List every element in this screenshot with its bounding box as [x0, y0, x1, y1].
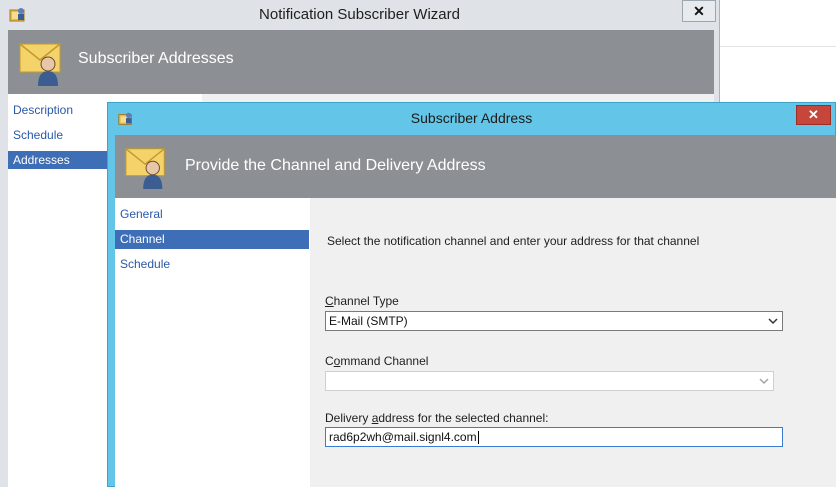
instruction-text: Select the notification channel and ente… — [327, 234, 700, 248]
chevron-down-icon[interactable] — [768, 312, 778, 336]
channel-type-select[interactable]: E-Mail (SMTP) — [325, 311, 783, 331]
command-channel-select[interactable] — [325, 371, 774, 391]
text-caret — [477, 431, 479, 445]
dialog-header-title: Provide the Channel and Delivery Address — [185, 157, 486, 174]
dialog-close-button[interactable]: ✕ — [796, 105, 831, 125]
channel-type-label: Channel Type — [325, 294, 399, 308]
envelope-person-icon — [18, 40, 66, 91]
dialog-nav-item-channel[interactable]: Channel — [115, 230, 309, 249]
dialog-nav-item-schedule[interactable]: Schedule — [115, 255, 309, 274]
parent-nav-item-description[interactable]: Description — [8, 101, 108, 119]
dialog-nav-item-general[interactable]: General — [115, 205, 309, 224]
command-channel-label: Command Channel — [325, 354, 429, 368]
dialog-title: Subscriber Address — [410, 110, 533, 126]
background-divider — [720, 46, 836, 47]
parent-nav-item-schedule[interactable]: Schedule — [8, 126, 108, 144]
parent-header-title: Subscriber Addresses — [78, 50, 234, 67]
parent-close-button[interactable]: ✕ — [682, 0, 716, 22]
chevron-down-icon[interactable] — [759, 372, 769, 396]
envelope-person-icon — [124, 144, 170, 195]
channel-type-value: E-Mail (SMTP) — [329, 314, 408, 328]
delivery-address-input[interactable]: rad6p2wh@mail.signl4.com — [325, 427, 783, 447]
delivery-address-value: rad6p2wh@mail.signl4.com — [329, 430, 477, 444]
parent-nav-item-addresses[interactable]: Addresses — [8, 151, 108, 169]
delivery-address-label: Delivery address for the selected channe… — [325, 411, 549, 425]
parent-window-title: Notification Subscriber Wizard — [259, 6, 460, 23]
